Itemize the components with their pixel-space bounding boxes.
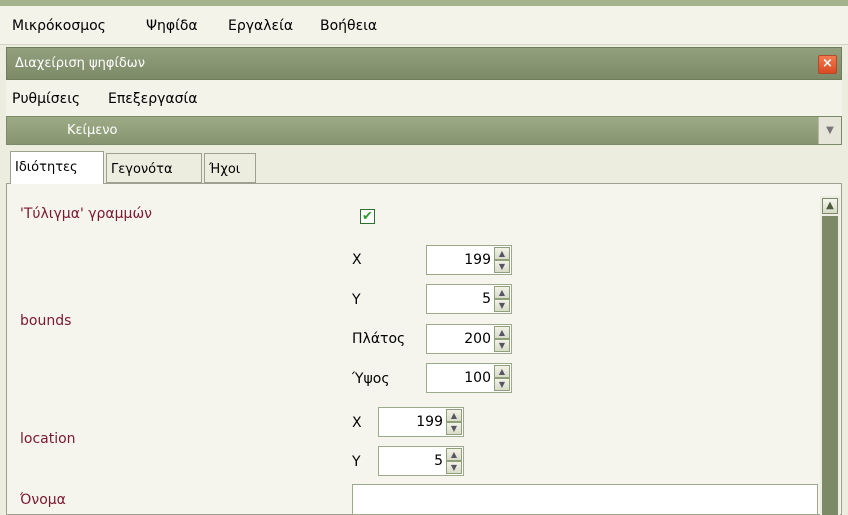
bounds-y-label: Y (352, 292, 361, 308)
spin-down-icon[interactable]: ▼ (494, 299, 510, 312)
tab-label: Ήχοι (209, 162, 241, 177)
location-y-value: 5 (434, 453, 443, 469)
bounds-y-value: 5 (482, 291, 491, 307)
chevron-down-icon[interactable]: ▼ (818, 117, 841, 144)
spin-down-icon[interactable]: ▼ (494, 260, 510, 273)
spin-down-icon[interactable]: ▼ (494, 339, 510, 352)
location-y-stepper[interactable]: 5 ▲ ▼ (378, 446, 464, 476)
spin-down-icon[interactable]: ▼ (446, 461, 462, 474)
menu-edit[interactable]: Επεξεργασία (108, 91, 197, 107)
tab-events[interactable]: Γεγονότα (106, 153, 202, 183)
name-field[interactable] (352, 484, 818, 515)
tab-label: Ιδιότητες (15, 160, 78, 175)
location-x-label: X (352, 415, 362, 431)
tab-properties[interactable]: Ιδιότητες (10, 151, 104, 184)
menu-tile[interactable]: Ψηφίδα (146, 18, 198, 34)
bounds-width-value: 200 (464, 331, 491, 347)
section-header[interactable]: Κείμενο ▼ (6, 116, 842, 145)
scroll-thumb[interactable] (822, 216, 838, 515)
panel-menubar: Ρυθμίσεις Επεξεργασία (6, 80, 842, 116)
bounds-x-value: 199 (464, 252, 491, 268)
spin-up-icon[interactable]: ▲ (446, 409, 462, 422)
spin-up-icon[interactable]: ▲ (494, 365, 510, 378)
scroll-up-icon[interactable]: ▲ (822, 198, 838, 214)
spin-up-icon[interactable]: ▲ (494, 286, 510, 299)
name-label: Όνομα (20, 492, 66, 508)
bounds-x-label: X (352, 252, 362, 268)
location-y-label: Y (352, 454, 361, 470)
spin-up-icon[interactable]: ▲ (494, 326, 510, 339)
section-title: Κείμενο (67, 123, 118, 138)
spin-up-icon[interactable]: ▲ (446, 448, 462, 461)
bounds-label: bounds (20, 313, 72, 329)
menu-help[interactable]: Βοήθεια (320, 18, 377, 34)
menu-tools[interactable]: Εργαλεία (228, 18, 293, 34)
wrap-checkbox[interactable]: ✔ (360, 209, 375, 224)
spin-up-icon[interactable]: ▲ (494, 247, 510, 260)
bounds-height-value: 100 (464, 370, 491, 386)
scrollbar[interactable]: ▲ (820, 196, 840, 515)
menubar: Μικρόκοσμος Ψηφίδα Εργαλεία Βοήθεια (0, 6, 848, 45)
close-button[interactable]: × (818, 55, 837, 74)
bounds-height-label: Ύψος (352, 371, 390, 387)
spin-down-icon[interactable]: ▼ (494, 378, 510, 391)
tab-label: Γεγονότα (111, 162, 173, 177)
location-x-stepper[interactable]: 199 ▲ ▼ (378, 407, 464, 437)
bounds-height-stepper[interactable]: 100 ▲ ▼ (426, 363, 512, 393)
bounds-width-label: Πλάτος (352, 331, 406, 347)
bounds-x-stepper[interactable]: 199 ▲ ▼ (426, 245, 512, 275)
panel-title-bar: Διαχείριση ψηφίδων × (6, 47, 842, 80)
wrap-label: 'Τύλιγμα' γραμμών (20, 206, 153, 222)
close-icon: × (822, 56, 833, 71)
panel-title: Διαχείριση ψηφίδων (15, 56, 145, 71)
location-x-value: 199 (416, 414, 443, 430)
menu-microcosm[interactable]: Μικρόκοσμος (12, 18, 106, 34)
menu-settings[interactable]: Ρυθμίσεις (12, 91, 80, 107)
spin-down-icon[interactable]: ▼ (446, 422, 462, 435)
check-icon: ✔ (362, 209, 373, 224)
bounds-width-stepper[interactable]: 200 ▲ ▼ (426, 324, 512, 354)
location-label: location (20, 431, 76, 447)
bounds-y-stepper[interactable]: 5 ▲ ▼ (426, 284, 512, 314)
tab-sounds[interactable]: Ήχοι (204, 153, 256, 183)
